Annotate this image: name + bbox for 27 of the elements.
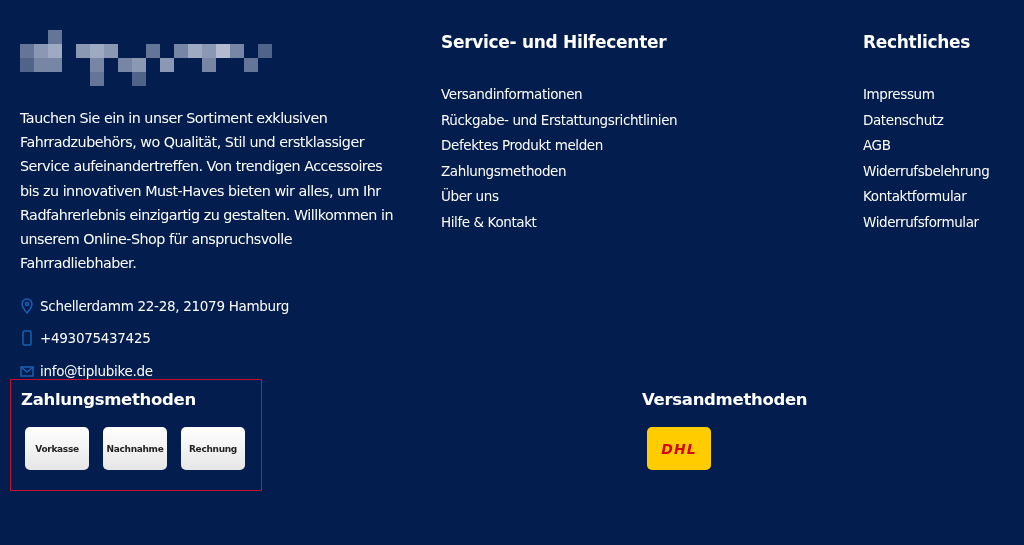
location-pin-icon [20,297,34,314]
contact-text: info@tiplubike.de [40,362,153,379]
payment-method-badge: Rechnung [181,427,245,470]
footer-link[interactable]: Rückgabe- und Erstattungsrichtlinien [441,107,678,133]
column-heading: Rechtliches [863,31,972,54]
shop-description: Tauchen Sie ein in unser Sortiment exklusiven Fahrradzubehörs, wo Qualität, Stil und erstklassiger Service aufeinandertreffen. Von trendigen Accessoires bis zu innovativen Must-Haves bieten wir alles, um Ihr Radfahrerlebnis einzigartig zu gestalten. Willkommen in unserem Online-Shop für anspruchsvolle Fahrradliebhaber. [20,109,394,274]
footer-link[interactable]: Widerrufsformular [863,209,979,235]
footer-link[interactable]: Versandinformationen [441,82,583,108]
payment-heading: Zahlungsmethoden [21,390,197,409]
footer-link[interactable]: Zahlungsmethoden [441,158,567,184]
contact-text: +493075437425 [40,330,151,347]
phone-icon [20,330,34,347]
footer-link[interactable]: AGB [863,133,891,159]
footer-link[interactable]: Hilfe & Kontakt [441,209,537,235]
footer-link[interactable]: Defektes Produkt melden [441,133,603,159]
payment-method-badge: Nachnahme [103,427,167,470]
payment-method-badge: Vorkasse [25,427,89,470]
footer-link[interactable]: Widerrufsbelehrung [863,158,990,184]
shipping-heading: Versandmethoden [642,390,808,409]
footer-link[interactable]: Impressum [863,82,935,108]
email-icon [20,364,34,377]
contact-text: Schellerdamm 22-28, 21079 Hamburg [40,297,290,314]
footer-link[interactable]: Über uns [441,184,499,210]
carrier-logo: DHL [647,427,711,470]
column-heading: Service- und Hilfecenter [441,31,668,54]
footer-link[interactable]: Kontaktformular [863,184,967,210]
footer-link[interactable]: Datenschutz [863,107,944,133]
